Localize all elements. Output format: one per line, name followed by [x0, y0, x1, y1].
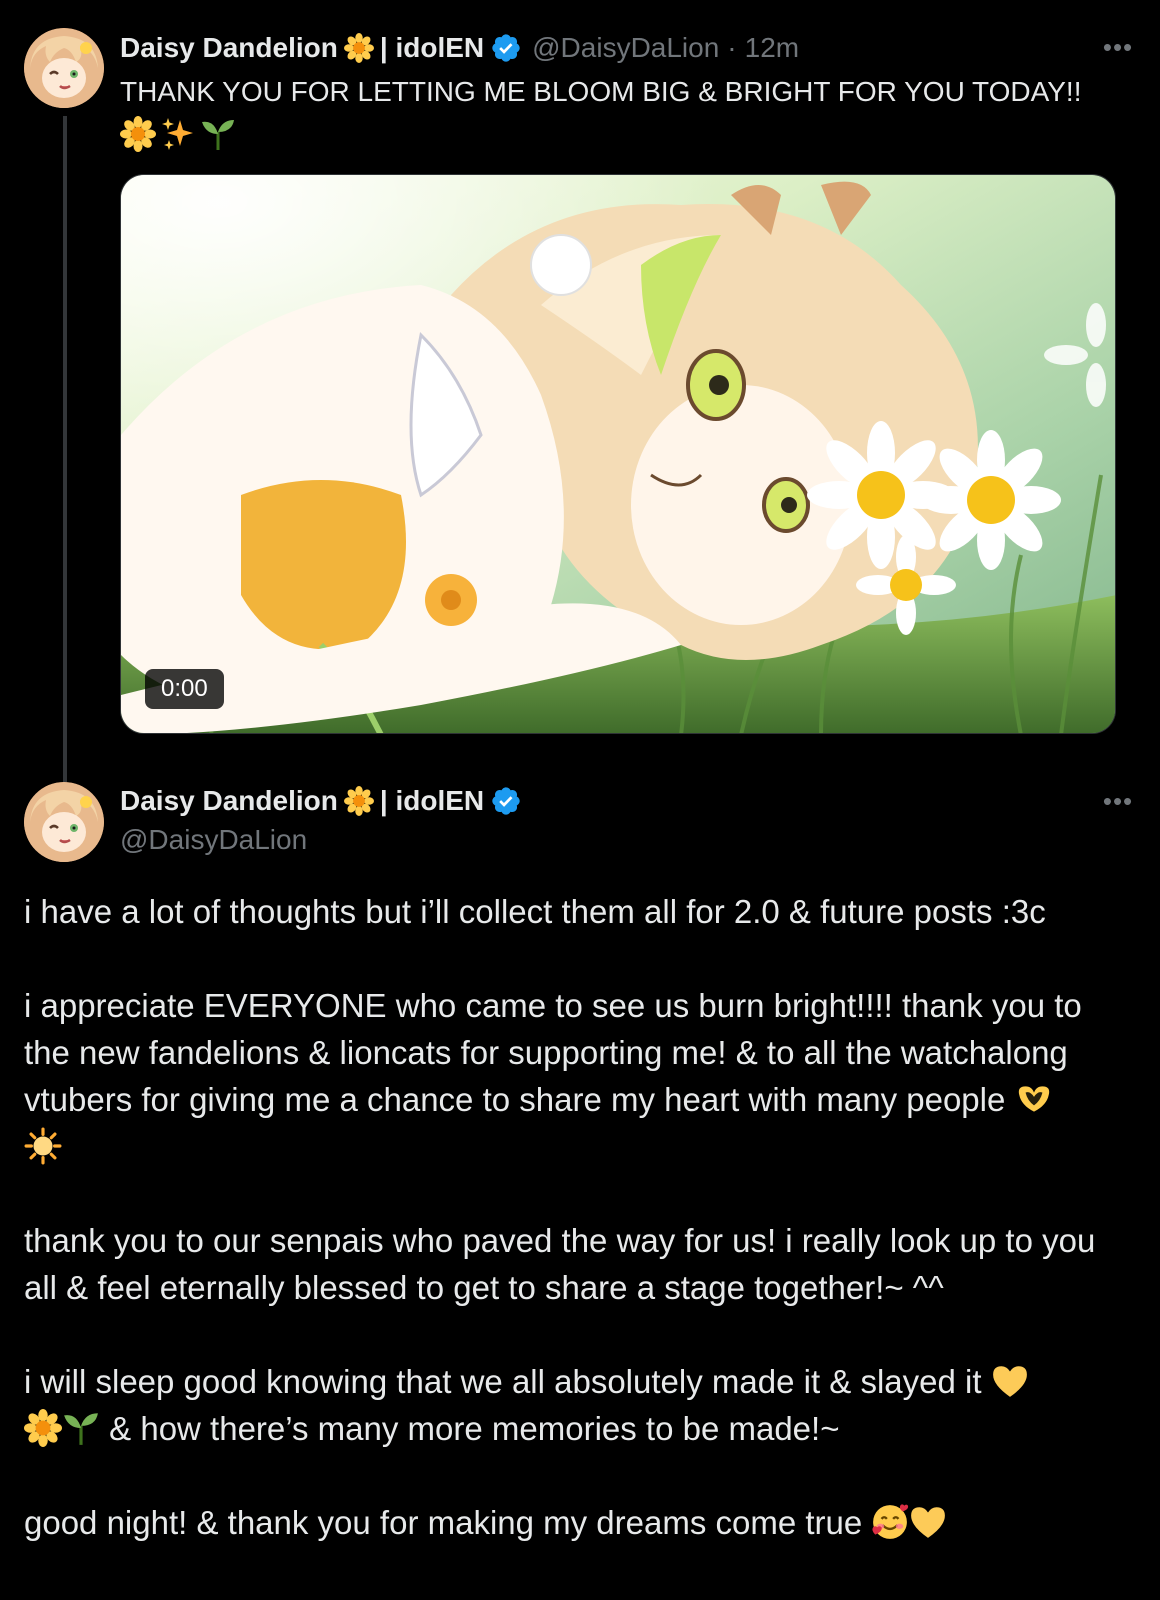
tweet2-author-row: Daisy Dandelion | idolEN [120, 784, 522, 818]
yellow-heart-icon [909, 1503, 947, 1541]
sun-icon [24, 1127, 62, 1165]
thread-connector-line [63, 116, 67, 788]
sparkles-icon [160, 116, 196, 152]
avatar[interactable] [24, 782, 104, 862]
tweet2-paragraph: i will sleep good knowing that we all ab… [24, 1358, 1134, 1452]
tweet2-paragraph: good night! & thank you for making my dr… [24, 1499, 1134, 1546]
yellow-heart-icon [991, 1362, 1029, 1400]
dot-separator: · [727, 32, 737, 63]
daisy-icon [120, 116, 156, 152]
verified-badge-icon[interactable] [490, 785, 522, 817]
name-suffix: | idolEN [379, 785, 485, 816]
author-handle[interactable]: @DaisyDaLion [120, 823, 307, 857]
tweet2-paragraph: i have a lot of thoughts but i’ll collec… [24, 893, 1046, 930]
post-timestamp[interactable]: 12m [745, 31, 799, 65]
daisy-icon [24, 1409, 62, 1447]
more-options-icon[interactable]: ••• [1098, 786, 1138, 816]
smiling-face-with-hearts-icon [871, 1503, 909, 1541]
more-options-icon[interactable]: ••• [1098, 32, 1138, 62]
tweet2-paragraph-text: i appreciate EVERYONE who came to see us… [24, 987, 1082, 1118]
display-name[interactable]: Daisy Dandelion [120, 784, 338, 818]
tweet2-paragraph-text: i will sleep good knowing that we all ab… [24, 1363, 982, 1400]
daisy-emoji-icon [343, 786, 374, 816]
display-name[interactable]: Daisy Dandelion [120, 31, 338, 65]
tweet1-text: THANK YOU FOR LETTING ME BLOOM BIG & BRI… [120, 74, 1130, 152]
tweet2-paragraph-text: & how there’s many more memories to be m… [109, 1410, 840, 1447]
tweet1-emoji-row [120, 116, 1130, 152]
tweet2-paragraph: thank you to our senpais who paved the w… [24, 1222, 1096, 1306]
tweet2-paragraph: i appreciate EVERYONE who came to see us… [24, 982, 1134, 1170]
avatar[interactable] [24, 28, 104, 108]
seedling-icon [62, 1409, 100, 1447]
video-thumbnail [121, 175, 1115, 733]
verified-badge-icon[interactable] [490, 32, 522, 64]
heart-hands-icon [1015, 1080, 1053, 1118]
tweet1-text-line: THANK YOU FOR LETTING ME BLOOM BIG & BRI… [120, 76, 1082, 107]
name-suffix: | idolEN [379, 32, 485, 63]
tweet1-author-row: Daisy Dandelion | idolEN @DaisyDaLion · … [120, 31, 799, 65]
video-player[interactable]: 0:00 [120, 174, 1116, 734]
seedling-icon [200, 116, 236, 152]
author-handle[interactable]: @DaisyDaLion [532, 31, 719, 65]
daisy-emoji-icon [343, 33, 374, 63]
tweet2-paragraph-text: good night! & thank you for making my dr… [24, 1504, 863, 1541]
tweet2-body: i have a lot of thoughts but i’ll collec… [24, 888, 1134, 1593]
video-timestamp: 0:00 [145, 669, 224, 709]
